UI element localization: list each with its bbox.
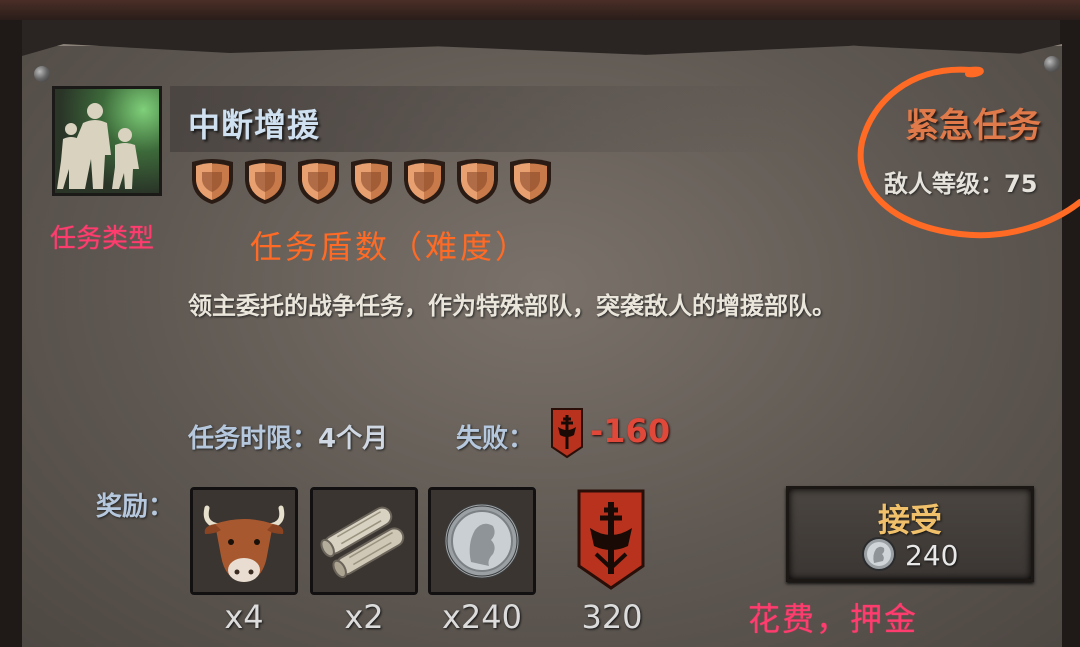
reward-count: 320 [581,598,643,636]
soldiers-silhouette-icon [55,89,159,193]
reward-slot-cattle[interactable] [190,487,298,595]
silver-coin-icon [862,537,896,571]
rivet-icon [34,66,50,82]
time-limit-label: 任务时限： [188,424,319,454]
shield-icon [347,158,396,206]
shield-icon [400,158,449,206]
shield-icon [188,158,237,206]
mission-title: 中断增援 [188,106,321,144]
shield-icon [294,158,343,206]
difficulty-shields [188,158,555,206]
silver-coin-icon [431,490,533,592]
mission-description: 领主委托的战争任务，作为特殊部队，突袭敌人的增援部队。 [188,292,836,320]
time-limit-value: 4个月 [318,424,389,454]
reward-slot-coin[interactable] [428,487,536,595]
failure-value: -160 [590,412,671,450]
time-limit: 任务时限：4个月 [188,418,388,455]
accept-label: 接受 [877,501,942,539]
reward-count: x4 [224,598,264,636]
left-frame [0,20,22,647]
annotation-cost-deposit: 花费，押金 [748,600,919,638]
mission-type-icon[interactable] [52,86,162,196]
accept-button[interactable]: 接受 240 [786,486,1034,582]
reward-count: x240 [441,598,522,636]
failure-label: 失败： [456,424,535,454]
faction-banner-icon[interactable] [576,488,646,592]
annotation-mission-shields: 任务盾数（难度） [250,228,531,266]
cattle-head-icon [193,490,295,592]
shield-icon [506,158,555,206]
faction-banner-icon [551,408,583,459]
annotation-circle [857,66,1080,239]
scroll-icon [313,490,415,592]
accept-cost-value: 240 [905,539,959,572]
rewards-label: 奖励： [96,492,175,522]
shield-icon [241,158,290,206]
annotation-mission-type: 任务类型 [50,224,155,254]
shield-icon [453,158,502,206]
reward-count: x2 [344,598,384,636]
top-bar [0,0,1080,20]
reward-slot-scroll[interactable] [310,487,418,595]
